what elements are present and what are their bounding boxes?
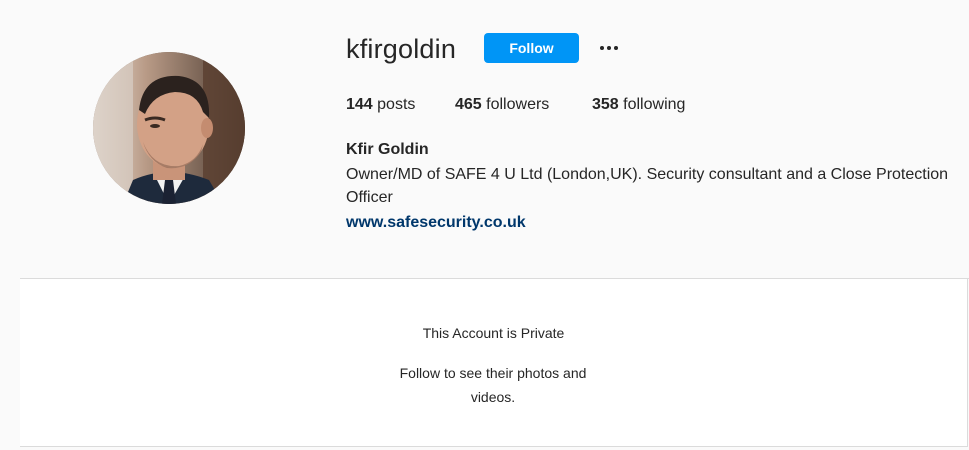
more-options-button[interactable]	[594, 36, 624, 60]
private-account-panel: This Account is Private Follow to see th…	[20, 279, 968, 447]
followers-label: followers	[486, 96, 550, 113]
posts-stat: 144 posts	[346, 95, 415, 115]
ellipsis-icon	[600, 46, 618, 50]
posts-label: posts	[377, 96, 416, 113]
follow-button[interactable]: Follow	[484, 33, 579, 63]
posts-count: 144	[346, 96, 373, 113]
followers-count: 465	[455, 96, 482, 113]
following-count: 358	[592, 96, 619, 113]
private-title: This Account is Private	[422, 325, 565, 341]
private-subtitle: Follow to see their photos and videos.	[399, 365, 587, 405]
username: kfirgoldin	[346, 34, 457, 64]
avatar-image	[93, 52, 245, 204]
following-label: following	[623, 96, 686, 113]
followers-stat[interactable]: 465 followers	[455, 95, 549, 115]
website-link[interactable]: www.safesecurity.co.uk	[346, 212, 526, 234]
full-name: Kfir Goldin	[346, 141, 429, 158]
profile-avatar[interactable]	[93, 52, 245, 204]
bio-text: Owner/MD of SAFE 4 U Ltd (London,UK). Se…	[346, 166, 949, 206]
following-stat[interactable]: 358 following	[592, 95, 685, 115]
